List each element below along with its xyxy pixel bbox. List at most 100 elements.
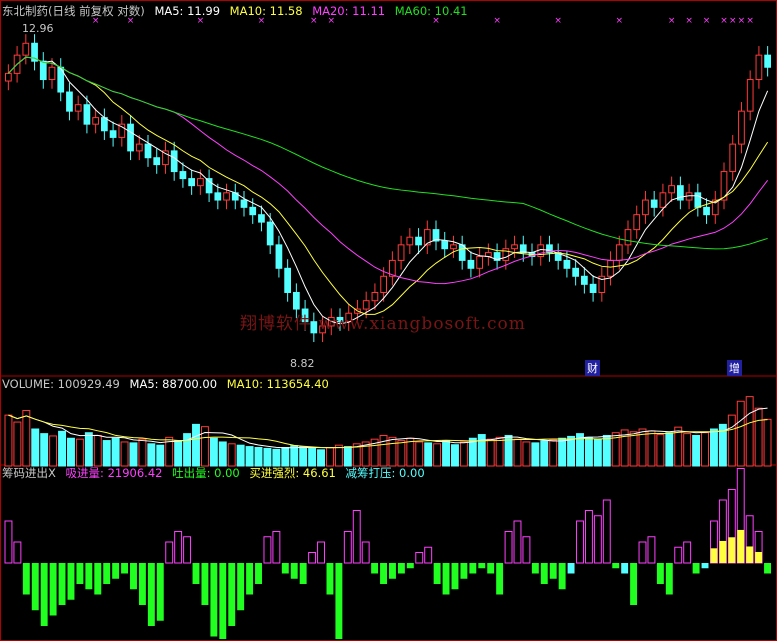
strong-buy-bar — [728, 537, 736, 563]
spit-bar — [290, 563, 298, 579]
strong-buy-value: 买进强烈: 46.61 — [249, 466, 336, 480]
volume-bar — [209, 437, 218, 467]
spit-bar — [531, 563, 539, 574]
volume-bar — [236, 444, 245, 467]
spit-bar — [433, 563, 441, 584]
candle-body — [441, 240, 449, 250]
volume-bar — [683, 433, 692, 467]
volume-bar — [459, 441, 468, 467]
absorb-bar — [174, 531, 183, 564]
spit-bar — [460, 563, 468, 579]
low-price-label: 8.82 — [290, 357, 315, 370]
volume-bar — [727, 414, 736, 467]
candle-body — [39, 60, 47, 81]
candle-body — [362, 300, 370, 310]
candle-body — [764, 54, 771, 68]
volume-bar — [129, 442, 138, 467]
volume-value: VOLUME: 100929.49 — [2, 377, 120, 391]
candle-body — [607, 259, 614, 277]
signal-marker: × — [615, 16, 623, 26]
candle-body — [642, 199, 649, 216]
spit-bar — [201, 563, 209, 605]
marker-cai: 财 — [585, 360, 600, 376]
watermark: 翔博软件 www.xiangbosoft.com — [240, 314, 526, 334]
spit-bar — [406, 563, 414, 569]
reduce-bar — [701, 563, 709, 569]
volume-bar — [709, 428, 718, 467]
candle-body — [197, 178, 204, 187]
volume-bar — [754, 407, 763, 467]
volume-header: VOLUME: 100929.49 MA5: 88700.00 MA10: 11… — [2, 377, 335, 391]
candle-body — [275, 244, 283, 269]
volume-bar — [451, 444, 459, 467]
volume-bar — [218, 441, 227, 467]
candle-body — [83, 104, 91, 125]
candle-body — [467, 259, 475, 269]
spit-bar — [31, 563, 39, 611]
candle-body — [633, 214, 641, 231]
volume-bar — [593, 438, 602, 467]
absorb-value: 吸进量: 21906.42 — [65, 466, 163, 480]
volume-bar — [343, 446, 352, 467]
candle-body — [249, 206, 257, 216]
volume-bar — [93, 434, 102, 467]
spit-bar — [335, 563, 343, 639]
volume-bar — [540, 440, 549, 467]
signal-marker: × — [720, 16, 728, 26]
spit-bar — [442, 563, 450, 595]
reduce-bar — [567, 563, 575, 574]
volume-bar — [192, 423, 200, 467]
candle-body — [240, 199, 248, 208]
volume-bar — [334, 444, 343, 467]
absorb-bar — [4, 520, 13, 564]
spit-bar — [192, 563, 200, 584]
volume-bar — [13, 421, 22, 467]
spit-bar — [156, 563, 164, 621]
spit-bar — [496, 563, 504, 595]
volume-bar — [75, 438, 84, 467]
strong-buy-bar — [755, 551, 763, 563]
ma60-value: MA60: 10.41 — [394, 4, 468, 18]
absorb-bar — [352, 510, 361, 564]
spit-bar — [67, 563, 75, 600]
volume-bar — [736, 400, 745, 467]
volume-bar — [549, 439, 558, 467]
ma5-line — [8, 56, 769, 325]
candle-body — [397, 244, 405, 261]
candle-body — [755, 54, 763, 81]
volume-bar — [558, 437, 567, 467]
candle-body — [450, 244, 457, 250]
candle-body — [22, 42, 30, 56]
absorb-bar — [504, 531, 513, 564]
reduce-value: 减筹打压: 0.00 — [345, 466, 425, 480]
spit-bar — [451, 563, 459, 590]
indicator-bars — [4, 468, 771, 639]
high-price-label: 12.96 — [22, 22, 54, 35]
volume-bar — [254, 447, 263, 467]
absorb-bar — [513, 520, 522, 564]
ma20-value: MA20: 11.11 — [312, 4, 386, 18]
strong-buy-bar — [719, 540, 727, 563]
volume-bar — [40, 433, 49, 467]
candle-body — [746, 79, 754, 112]
volume-bar — [183, 433, 192, 467]
candle-body — [74, 104, 82, 112]
signal-marker: × — [668, 16, 676, 26]
price-header: 东北制药(日线 前复权 对数) MA5: 11.99 MA10: 11.58 M… — [2, 4, 474, 18]
price-title: 东北制药(日线 前复权 对数) — [2, 4, 145, 18]
candle-body — [572, 267, 579, 277]
spit-bar — [478, 563, 486, 569]
candle-body — [703, 206, 710, 216]
absorb-bar — [415, 552, 424, 564]
ma10-line — [8, 56, 769, 315]
volume-bar — [567, 435, 576, 467]
volume-bar — [647, 430, 656, 467]
volume-bar — [111, 437, 120, 467]
volume-bar — [415, 441, 424, 467]
candle-body — [153, 157, 161, 166]
volume-bar — [58, 430, 67, 467]
volume-bar — [477, 434, 486, 467]
volume-bar — [281, 447, 290, 467]
volume-bar — [584, 436, 593, 467]
spit-bar — [22, 563, 30, 595]
